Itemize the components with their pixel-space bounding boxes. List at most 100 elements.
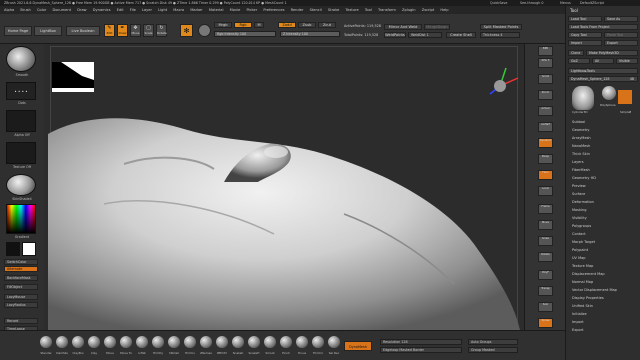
brush-trimdynamic-icon[interactable]	[152, 336, 164, 348]
section-geometry-hd[interactable]: Geometry HD	[572, 176, 596, 180]
sphere-material-button[interactable]	[198, 24, 211, 37]
menu-macro[interactable]: Macro	[173, 8, 184, 12]
frame-button[interactable]: Frame	[538, 204, 553, 214]
section-arraymesh[interactable]: ArrayMesh	[572, 136, 591, 140]
section-masking[interactable]: Masking	[572, 208, 586, 212]
brush-pinch-icon[interactable]	[280, 336, 292, 348]
menu-document[interactable]: Document	[52, 8, 71, 12]
menu-help[interactable]: Help	[440, 8, 448, 12]
menu-layer[interactable]: Layer	[142, 8, 152, 12]
section-fibermesh[interactable]: FiberMesh	[572, 168, 590, 172]
brush-inflate-icon[interactable]	[136, 336, 148, 348]
brush-tonus-icon[interactable]	[296, 336, 308, 348]
aahalf-button[interactable]: AAHalf	[538, 122, 553, 132]
section-vector-displacement-map[interactable]: Vector Displacement Map	[572, 288, 617, 292]
save-as-button[interactable]: Save As	[604, 16, 638, 22]
load-tool-button[interactable]: Load Tool	[568, 16, 602, 22]
weld-dist-slider[interactable]: WeldDist 1	[408, 32, 442, 38]
menu-marker[interactable]: Marker	[190, 8, 202, 12]
menu-transform[interactable]: Transform	[378, 8, 396, 12]
create-shell-button[interactable]: Create Shell	[446, 32, 476, 38]
lazy-radius-slider[interactable]: LazyRadius	[4, 302, 38, 308]
focal-shift-slider[interactable]: Z Intensity 100	[280, 31, 340, 37]
zoom-button[interactable]: Zoom	[538, 90, 553, 100]
bpr-button[interactable]: BPR	[538, 46, 553, 56]
import-button[interactable]: Import	[568, 40, 602, 46]
material-thumbnail[interactable]	[6, 174, 36, 196]
lightbox-tools-button[interactable]: Lightbox▸Tools	[568, 68, 638, 74]
section-unified-skin[interactable]: Unified Skin	[572, 304, 593, 308]
dynamesh-button[interactable]: DynaMesh	[344, 341, 372, 351]
lazy-mouse-button[interactable]: LazyMouse	[4, 294, 38, 300]
move-button[interactable]: ✥ Move	[130, 24, 141, 37]
section-thick-skin[interactable]: Thick Skin	[572, 152, 590, 156]
menu-brush[interactable]: Brush	[20, 8, 30, 12]
section-import[interactable]: Import	[572, 320, 584, 324]
home-page-button[interactable]: Home Page	[4, 26, 32, 36]
xpose-button[interactable]: Xpose	[538, 318, 553, 328]
brush-trimcircle-icon[interactable]	[312, 336, 324, 348]
draw-button[interactable]: ✒ Draw	[117, 24, 128, 37]
section-nanomesh[interactable]: NanoMesh	[572, 144, 590, 148]
gyro-button[interactable]: ✻	[180, 24, 193, 37]
merge-down-button[interactable]: MergeDown	[424, 24, 450, 30]
actual-button[interactable]: Actual	[538, 106, 553, 116]
switch-color-button[interactable]: SwitchColor	[4, 259, 38, 265]
visible-button[interactable]: Visible	[616, 58, 638, 64]
section-deformation[interactable]: Deformation	[572, 200, 594, 204]
make-polymesh-button[interactable]: Make PolyMesh3D	[586, 50, 638, 56]
resolution-slider[interactable]: Resolution 128	[380, 339, 462, 345]
brush-claybuildup-icon[interactable]	[72, 336, 84, 348]
brush-snakehook-icon[interactable]	[232, 336, 244, 348]
section-preview[interactable]: Preview	[572, 184, 586, 188]
tool-thumb-current[interactable]	[572, 86, 594, 110]
current-tool-slider[interactable]: DynaMesh_Sphere_128 48	[568, 76, 638, 82]
section-layers[interactable]: Layers	[572, 160, 584, 164]
section-polygroups[interactable]: Polygroups	[572, 224, 591, 228]
brush-selectrect-icon[interactable]	[328, 336, 340, 348]
section-polypaint[interactable]: Polypaint	[572, 248, 588, 252]
export-button[interactable]: Export	[604, 40, 638, 46]
scale-button[interactable]: ▢ Scale	[143, 24, 154, 37]
copy-tool-button[interactable]: Copy Tool	[568, 32, 602, 38]
thickness-slider[interactable]: Thickness 4	[480, 32, 520, 38]
section-initialize[interactable]: Initialize	[572, 312, 587, 316]
section-morph-target[interactable]: Morph Target	[572, 240, 595, 244]
menu-render[interactable]: Render	[291, 8, 304, 12]
scroll-button[interactable]: Scroll	[538, 74, 553, 84]
rgb-button[interactable]: Rgb	[234, 22, 252, 28]
menu-picker[interactable]: Picker	[246, 8, 257, 12]
menu-light[interactable]: Light	[158, 8, 167, 12]
solo-button[interactable]: Solo	[538, 302, 553, 312]
goz-button[interactable]: GoZ	[568, 58, 590, 64]
paste-tool-button[interactable]: Paste Tool	[604, 32, 638, 38]
local-button[interactable]: Local	[538, 186, 553, 196]
brush-move-topological-icon[interactable]	[120, 336, 132, 348]
section-normal-map[interactable]: Normal Map	[572, 280, 593, 284]
alternate-button[interactable]: Alternate	[4, 266, 38, 272]
dynamic-persp-button[interactable]: Dynamic	[538, 138, 553, 148]
edit-button[interactable]: ✎ Edit	[104, 24, 115, 37]
section-texture-map[interactable]: Texture Map	[572, 264, 593, 268]
mirror-weld-button[interactable]: Mirror And Weld	[384, 24, 422, 30]
section-subtool[interactable]: Subtool	[572, 120, 585, 124]
texture-thumbnail[interactable]	[6, 142, 36, 164]
persp-button[interactable]: Persp	[538, 154, 553, 164]
zsub-button[interactable]: Zsub	[298, 22, 316, 28]
canvas-viewport[interactable]	[44, 44, 524, 330]
section-contact[interactable]: Contact	[572, 232, 586, 236]
auto-groups-button[interactable]: Auto Groups	[468, 339, 518, 345]
zadd-button[interactable]: Zadd	[278, 22, 296, 28]
menu-stencil[interactable]: Stencil	[310, 8, 322, 12]
brush-smooth-icon[interactable]	[264, 336, 276, 348]
section-export[interactable]: Export	[572, 328, 583, 332]
spix-slider[interactable]: SPix 3	[538, 58, 553, 68]
group-masked-button[interactable]: Group Masked	[468, 347, 518, 353]
scale-view-button[interactable]: Scale	[538, 236, 553, 246]
main-color-swatch[interactable]	[6, 242, 20, 256]
menu-color[interactable]: Color	[37, 8, 46, 12]
clone-button[interactable]: Clone	[568, 50, 584, 56]
brush-thumbnail[interactable]	[6, 46, 36, 72]
rgb-intensity-slider[interactable]: Rgb Intensity 100	[214, 31, 276, 37]
menu-stroke[interactable]: Stroke	[328, 8, 339, 12]
